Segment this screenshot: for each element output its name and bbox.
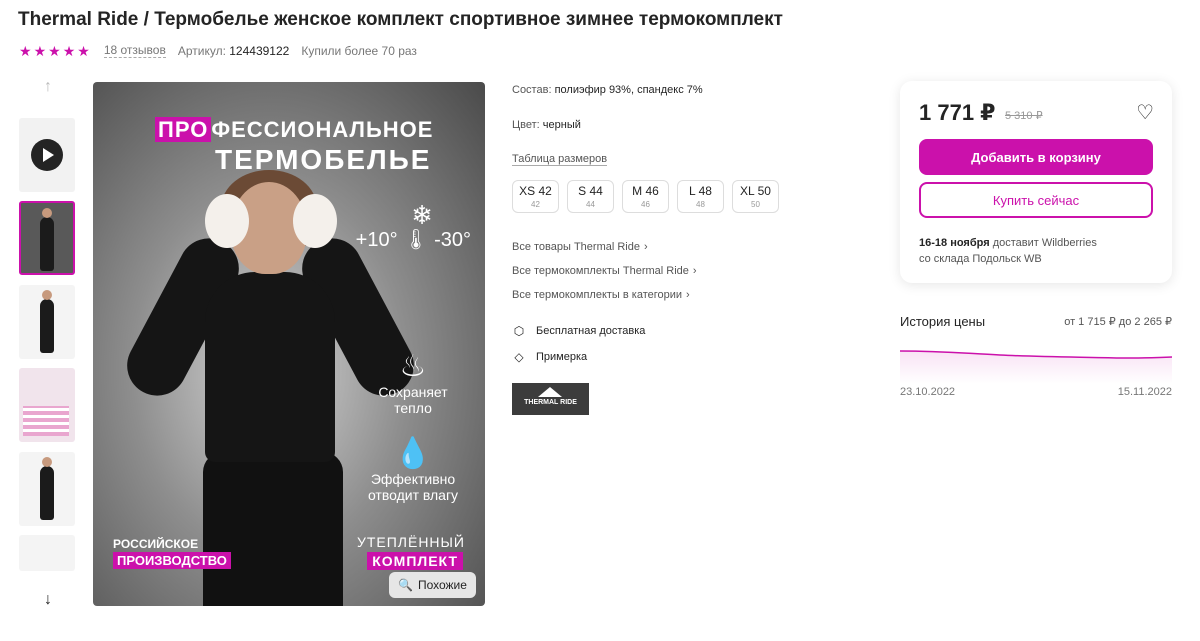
article-label: Артикул: <box>177 43 226 58</box>
star-icon: ★ <box>19 42 32 59</box>
buy-now-button[interactable]: Купить сейчас <box>919 182 1153 218</box>
star-icon: ★ <box>62 42 76 59</box>
free-delivery: ⬡ Бесплатная доставка <box>513 324 646 338</box>
mountain-icon <box>538 387 562 397</box>
thumbnail-1[interactable] <box>19 201 75 275</box>
arrow-up-icon[interactable]: ↑ <box>39 78 57 96</box>
warmth-icon: ♨ <box>399 350 427 383</box>
feature-moisture: 💧 Эффективно отводит влагу <box>363 437 463 503</box>
price-history-end-date: 15.11.2022 <box>1117 386 1172 398</box>
made-in-russia-2: ПРОИЗВОДСТВО <box>113 552 231 569</box>
price-history-start-date: 23.10.2022 <box>900 386 956 398</box>
brand-thermosets-link[interactable]: Все термокомплекты Thermal Ride › <box>512 265 697 277</box>
thumbnail-4[interactable] <box>19 452 75 526</box>
play-icon <box>31 139 63 171</box>
article-value: 124439122 <box>229 43 290 58</box>
delivery-info: 16-18 ноября доставит Wildberries со скл… <box>919 237 1097 265</box>
star-icon: ★ <box>33 42 47 59</box>
image-headline-2: ТЕРМОБЕЛЬЕ <box>215 144 432 175</box>
insulated-label-2: КОМПЛЕКТ <box>367 552 463 570</box>
temperature-range: +10° 🌡 -30° <box>355 229 471 251</box>
size-option[interactable]: S 44 44 <box>567 180 614 213</box>
fitting: ◇ Примерка <box>512 350 587 364</box>
insulated-label-1: УТЕПЛЁННЫЙ <box>356 534 465 550</box>
reviews-link[interactable]: 18 отзывов <box>103 43 166 58</box>
bought-count: Купили более 70 раз <box>301 43 417 58</box>
price-history-range: от 1 715 ₽ до 2 265 ₽ <box>1064 316 1172 328</box>
star-icon: ★ <box>48 42 61 59</box>
add-to-cart-button[interactable]: Добавить в корзину <box>919 139 1153 175</box>
chevron-right-icon: › <box>692 265 697 277</box>
composition: Состав: полиэфир 93%, спандекс 7% <box>512 84 703 96</box>
old-price: 5 310 ₽ <box>1005 110 1043 122</box>
main-product-image[interactable]: ПРО ФЕССИОНАЛЬНОЕ ТЕРМОБЕЛЬЕ ❄ +10° 🌡 -30… <box>93 82 485 606</box>
chevron-right-icon: › <box>643 241 648 253</box>
price-history-title: История цены <box>900 314 986 329</box>
tag-icon: ◇ <box>514 350 524 364</box>
thumbnail-3[interactable] <box>19 368 75 442</box>
arrow-down-icon[interactable]: ↓ <box>39 591 57 609</box>
size-option[interactable]: M 46 46 <box>622 180 669 213</box>
product-title: Thermal Ride / Термобелье женское компле… <box>18 9 783 30</box>
price-card: 1 771 ₽ 5 310 ₽ ♡ Добавить в корзину Куп… <box>900 81 1172 283</box>
feature-warmth: ♨ Сохраняет тепло <box>363 350 463 416</box>
color: Цвет: черный <box>512 119 581 131</box>
chevron-right-icon: › <box>686 289 690 301</box>
thumbnail-2[interactable] <box>19 285 75 359</box>
product-meta: ★ ★ ★ ★ ★ 18 отзывов Артикул: 124439122 … <box>19 43 417 58</box>
image-headline-1: ПРО ФЕССИОНАЛЬНОЕ <box>155 117 433 143</box>
size-option[interactable]: XL 50 50 <box>732 180 779 213</box>
size-table-link[interactable]: Таблица размеров <box>512 153 608 166</box>
brand-logo[interactable]: THERMAL RIDE <box>512 383 589 415</box>
brand-all-link[interactable]: Все товары Thermal Ride › <box>512 241 648 253</box>
thumbnail-5[interactable] <box>19 535 75 571</box>
thumbnail-video[interactable] <box>19 118 75 192</box>
earmuff <box>205 194 249 248</box>
similar-label: Похожие <box>417 578 467 592</box>
earmuff <box>293 194 337 248</box>
size-selector: XS 42 42 S 44 44 M 46 46 L 48 48 XL 50 50 <box>512 180 779 213</box>
similar-button[interactable]: 🔍 Похожие <box>389 572 476 598</box>
model-body <box>205 272 335 462</box>
star-icon: ★ <box>77 42 90 59</box>
heart-icon[interactable]: ♡ <box>1136 103 1154 123</box>
box-icon: ⬡ <box>513 324 525 338</box>
current-price: 1 771 ₽ <box>919 100 996 125</box>
size-option[interactable]: XS 42 42 <box>512 180 559 213</box>
price-history-chart[interactable] <box>900 344 1172 384</box>
category-thermosets-link[interactable]: Все термокомплекты в категории › <box>512 289 690 301</box>
search-image-icon: 🔍 <box>398 578 413 592</box>
made-in-russia-1: РОССИЙСКОЕ <box>113 537 199 551</box>
model-legs <box>203 452 343 606</box>
size-option[interactable]: L 48 48 <box>677 180 724 213</box>
rating-stars: ★ ★ ★ ★ ★ <box>19 44 90 58</box>
droplet-icon: 💧 <box>394 437 432 470</box>
